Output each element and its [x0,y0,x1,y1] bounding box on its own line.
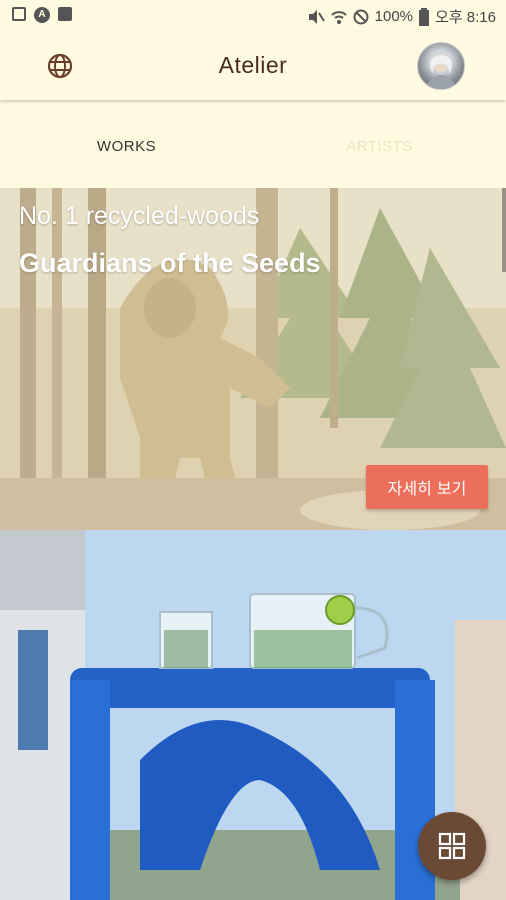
status-bar: A 100% 오후 8:16 [0,0,506,32]
a-circle-icon: A [34,7,50,23]
grid-icon [438,832,466,860]
grid-view-button[interactable] [418,812,486,880]
image-icon [12,7,26,21]
battery-percent: 100% [374,8,414,25]
work-title: Guardians of the Seeds [19,248,321,278]
battery-icon [419,7,430,26]
scroll-indicator[interactable] [502,188,506,272]
wifi-icon [330,10,347,24]
clock: 오후 8:16 [435,9,496,26]
work-rank-material: No. 1 recycled-woods [19,202,260,230]
tab-artists[interactable]: ARTISTS [253,138,506,155]
featured-work-card[interactable]: No. 1 recycled-woods Guardians of the Se… [0,188,506,530]
no-signal-icon [353,9,369,24]
mute-icon [308,9,325,24]
view-details-button[interactable]: 자세히 보기 [366,465,488,509]
flipboard-icon [58,7,72,21]
tab-works[interactable]: WORKS [0,138,253,155]
tab-bar: WORKS ARTISTS [0,104,506,188]
app-bar: Atelier [0,32,506,100]
avatar[interactable] [417,42,465,90]
